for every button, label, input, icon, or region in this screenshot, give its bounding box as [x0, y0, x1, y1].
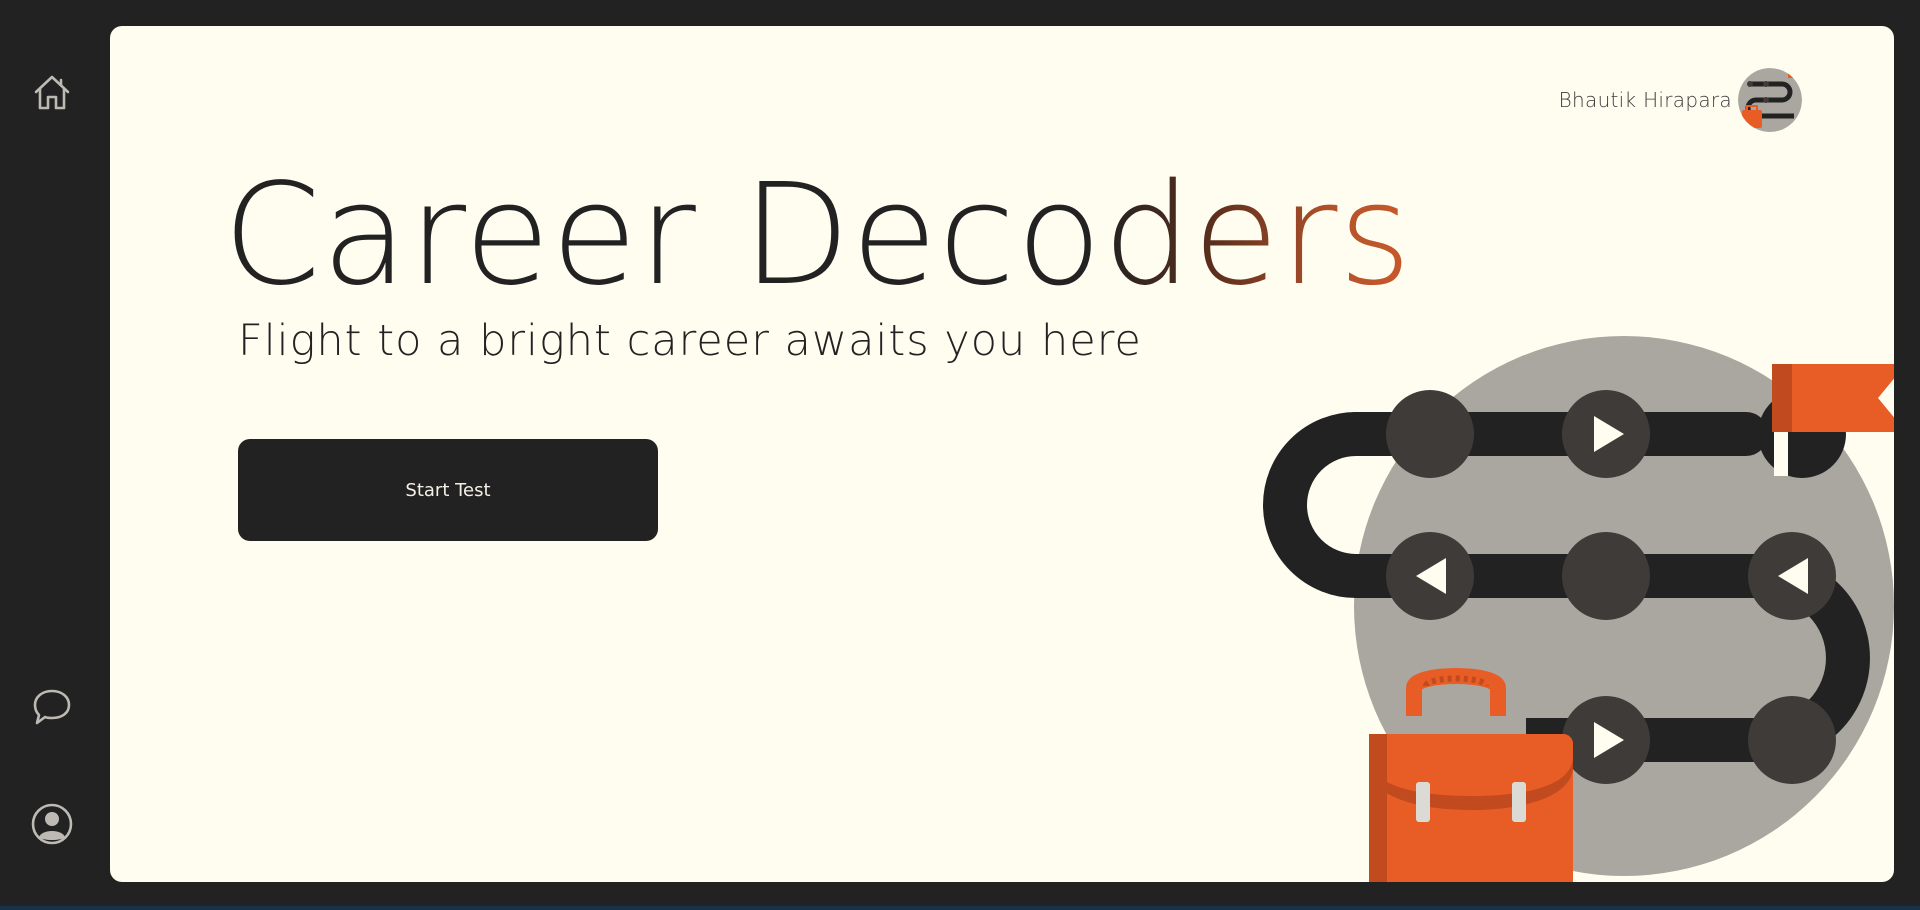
chat-icon[interactable] [28, 683, 76, 731]
page-title: Career Decoders [223, 166, 1412, 306]
avatar[interactable] [1738, 68, 1802, 132]
start-test-button[interactable]: Start Test [238, 439, 658, 541]
career-path-illustration [1263, 336, 1894, 882]
user-menu[interactable]: Bhautik Hirapara [1559, 68, 1802, 132]
path-node [1386, 390, 1474, 478]
user-name: Bhautik Hirapara [1558, 88, 1732, 112]
user-profile-icon[interactable] [28, 800, 76, 848]
tagline: Flight to a bright career awaits you her… [238, 316, 1142, 366]
home-icon[interactable] [28, 68, 76, 116]
main-card: Bhautik Hirapara Career Decoders Flight … [110, 26, 1894, 882]
title-plain: Career Deco [223, 154, 1103, 317]
path-node [1562, 532, 1650, 620]
path-node [1748, 696, 1836, 784]
title-accent: ders [1102, 154, 1413, 317]
sidebar [0, 0, 110, 910]
taskbar-edge [0, 906, 1920, 910]
